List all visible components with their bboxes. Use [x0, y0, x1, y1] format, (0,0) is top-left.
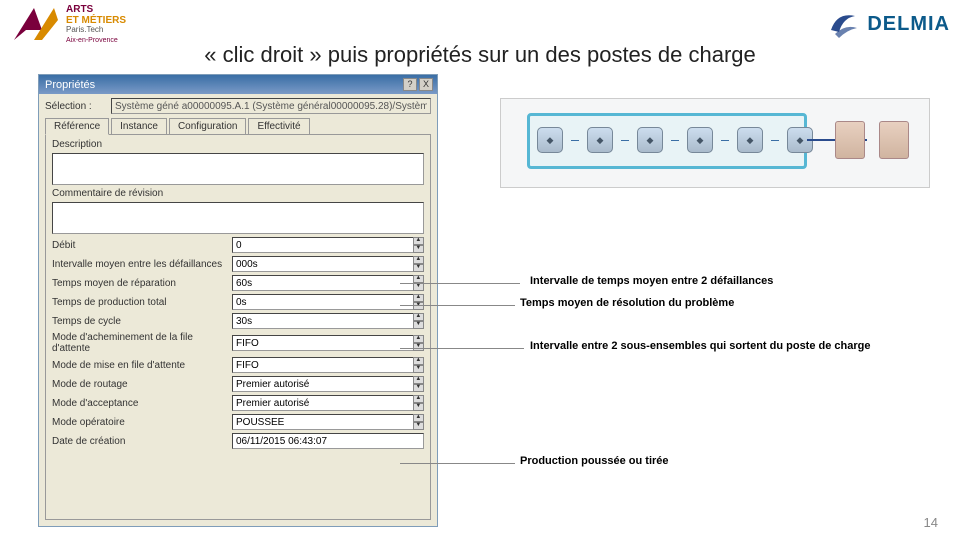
spin-up-icon[interactable]: ▲	[413, 275, 424, 283]
description-label: Description	[52, 139, 232, 150]
mttr-label: Temps moyen de réparation	[52, 278, 232, 289]
spin-up-icon[interactable]: ▲	[413, 376, 424, 384]
spin-down-icon[interactable]: ▼	[413, 264, 424, 272]
qmode-label: Mode de mise en file d'attente	[52, 360, 232, 371]
spin-down-icon[interactable]: ▼	[413, 384, 424, 392]
tab-effectivity[interactable]: Effectivité	[248, 118, 309, 134]
spin-down-icon[interactable]: ▼	[413, 403, 424, 411]
tprod-input[interactable]	[232, 294, 414, 310]
revcomment-input[interactable]	[52, 202, 424, 234]
process-node-icon: ◆	[537, 127, 563, 153]
routing-label: Mode de routage	[52, 379, 232, 390]
tprod-label: Temps de production total	[52, 297, 232, 308]
help-button[interactable]: ?	[403, 78, 417, 91]
tab-reference[interactable]: Référence	[45, 118, 109, 135]
tab-configuration[interactable]: Configuration	[169, 118, 246, 134]
selection-input[interactable]	[111, 98, 431, 114]
sink-node-icon	[879, 121, 909, 159]
page-number: 14	[924, 515, 938, 530]
spin-up-icon[interactable]: ▲	[413, 335, 424, 343]
callout-opmode: Production poussée ou tirée	[520, 455, 669, 467]
process-node-icon: ◆	[637, 127, 663, 153]
qmode-input[interactable]	[232, 357, 414, 373]
window-title: Propriétés	[45, 79, 95, 91]
spin-up-icon[interactable]: ▲	[413, 313, 424, 321]
dassault-logo-icon	[825, 6, 861, 42]
selection-label: Sélection :	[45, 101, 107, 112]
process-node-icon: ◆	[687, 127, 713, 153]
created-input[interactable]	[232, 433, 424, 449]
arts-metiers-logo-text: ARTS ET MÉTIERS Paris.Tech Aix-en-Proven…	[66, 4, 126, 44]
spin-up-icon[interactable]: ▲	[413, 414, 424, 422]
opmode-label: Mode opératoire	[52, 417, 232, 428]
qdrain-input[interactable]	[232, 335, 414, 351]
slide-title: « clic droit » puis propriétés sur un de…	[0, 42, 960, 68]
revcomment-label: Commentaire de révision	[52, 188, 232, 199]
tcycle-input[interactable]	[232, 313, 414, 329]
accept-input[interactable]	[232, 395, 414, 411]
routing-input[interactable]	[232, 376, 414, 392]
spin-up-icon[interactable]: ▲	[413, 357, 424, 365]
mtbf-label: Intervalle moyen entre les défaillances	[52, 259, 232, 270]
arts-metiers-logo-icon	[10, 4, 60, 44]
spin-up-icon[interactable]: ▲	[413, 237, 424, 245]
spin-down-icon[interactable]: ▼	[413, 365, 424, 373]
spin-up-icon[interactable]: ▲	[413, 256, 424, 264]
created-label: Date de création	[52, 436, 232, 447]
spin-up-icon[interactable]: ▲	[413, 395, 424, 403]
delmia-brand: DELMIA	[867, 13, 950, 36]
tab-instance[interactable]: Instance	[111, 118, 167, 134]
spin-down-icon[interactable]: ▼	[413, 343, 424, 351]
mtbf-input[interactable]	[232, 256, 414, 272]
sink-node-icon	[835, 121, 865, 159]
opmode-input[interactable]	[232, 414, 414, 430]
tcycle-label: Temps de cycle	[52, 316, 232, 327]
debit-label: Débit	[52, 240, 232, 251]
close-button[interactable]: X	[419, 78, 433, 91]
process-node-icon: ◆	[737, 127, 763, 153]
qdrain-label: Mode d'acheminement de la file d'attente	[52, 332, 232, 354]
callout-mttr: Temps moyen de résolution du problème	[520, 297, 734, 309]
process-node-icon: ◆	[587, 127, 613, 153]
spin-down-icon[interactable]: ▼	[413, 283, 424, 291]
mttr-input[interactable]	[232, 275, 414, 291]
spin-down-icon[interactable]: ▼	[413, 422, 424, 430]
debit-input[interactable]	[232, 237, 414, 253]
spin-down-icon[interactable]: ▼	[413, 302, 424, 310]
description-input[interactable]	[52, 153, 424, 185]
properties-window: Propriétés ? X Sélection : Référence Ins…	[38, 74, 438, 527]
spin-down-icon[interactable]: ▼	[413, 245, 424, 253]
callout-mtbf: Intervalle de temps moyen entre 2 défail…	[530, 275, 773, 287]
callout-cycle: Intervalle entre 2 sous-ensembles qui so…	[530, 340, 870, 352]
spin-up-icon[interactable]: ▲	[413, 294, 424, 302]
accept-label: Mode d'acceptance	[52, 398, 232, 409]
spin-down-icon[interactable]: ▼	[413, 321, 424, 329]
process-diagram: ◆ ◆ ◆ ◆ ◆ ◆	[500, 98, 930, 188]
